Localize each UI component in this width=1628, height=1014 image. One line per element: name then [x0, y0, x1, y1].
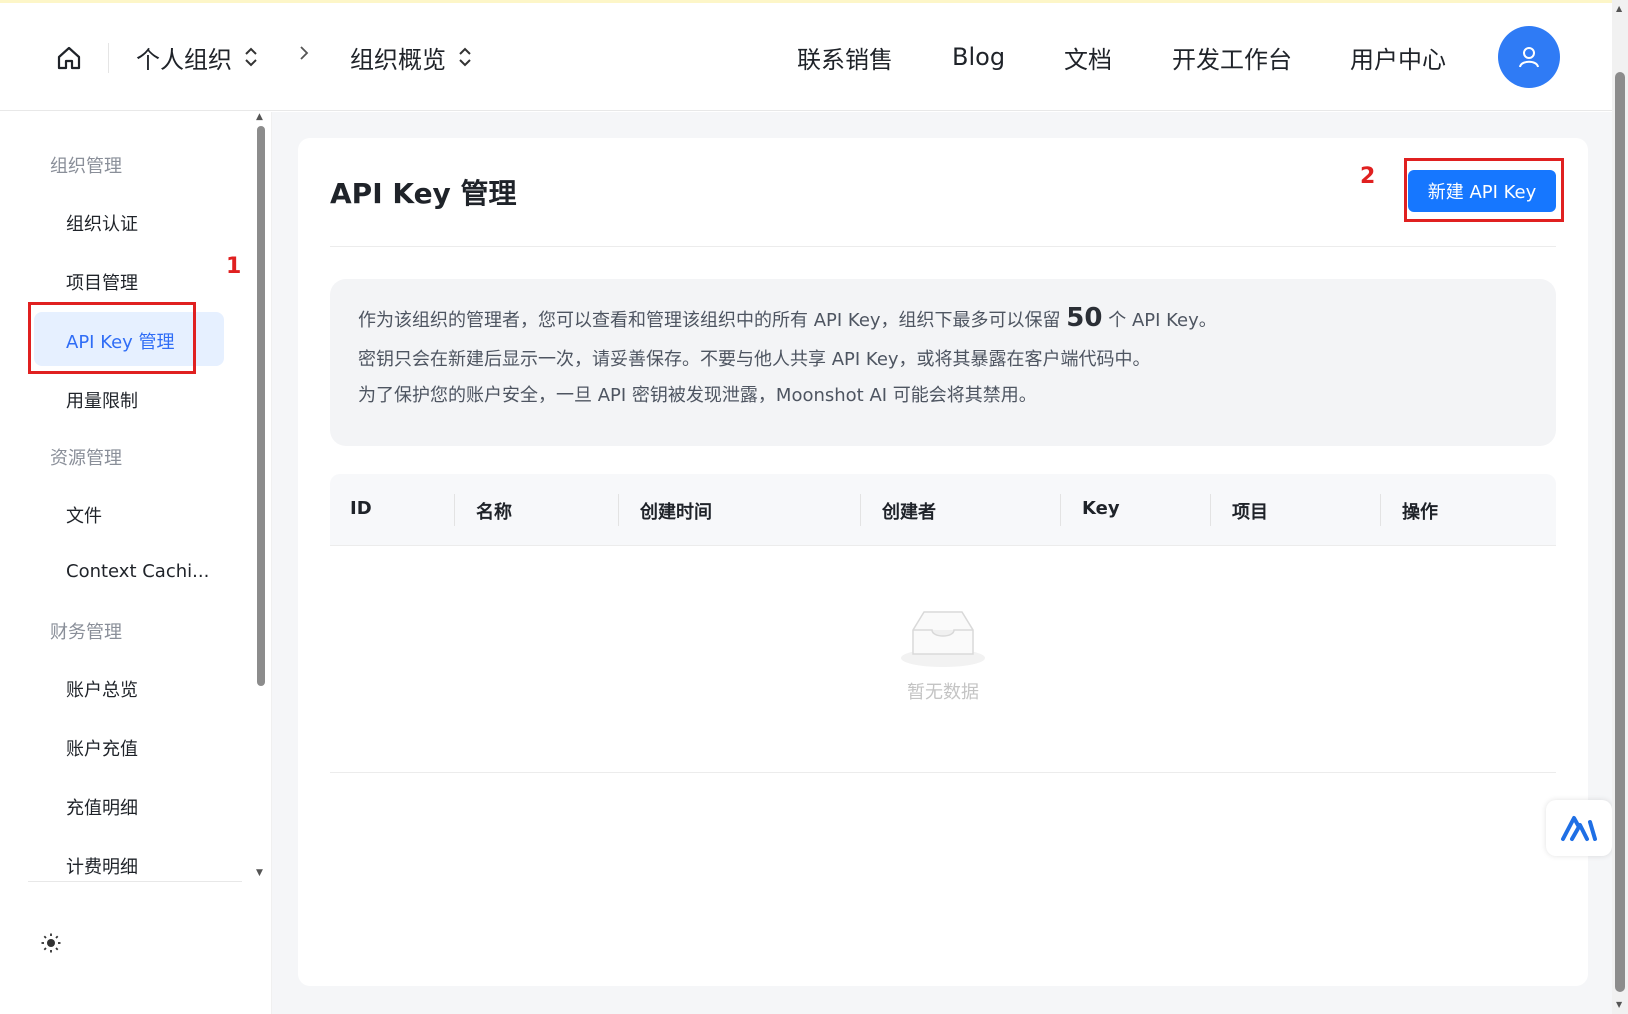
nav-contact-sales[interactable]: 联系销售 — [797, 37, 893, 77]
sidebar-item-projects[interactable]: 项目管理 — [66, 269, 138, 295]
column-project: 项目 — [1232, 502, 1268, 523]
breadcrumb-org-label: 个人组织 — [136, 45, 232, 74]
page-scrollbar[interactable]: ▲ ▼ — [1612, 0, 1628, 1014]
annotation-box-1 — [28, 302, 196, 374]
scroll-down-icon[interactable]: ▼ — [256, 868, 263, 878]
nav-blog[interactable]: Blog — [952, 37, 1005, 77]
breadcrumb-page-selector[interactable]: 组织概览 — [350, 37, 472, 77]
sidebar-item-org-verify[interactable]: 组织认证 — [66, 210, 138, 236]
home-icon[interactable] — [52, 41, 86, 75]
info-line-1: 作为该组织的管理者，您可以查看和管理该组织中的所有 API Key，组织下最多可… — [358, 303, 1217, 333]
column-id: ID — [350, 498, 372, 519]
info-notice: 作为该组织的管理者，您可以查看和管理该组织中的所有 API Key，组织下最多可… — [330, 279, 1556, 446]
column-separator — [860, 494, 861, 526]
sidebar-item-billing-details[interactable]: 计费明细 — [66, 853, 138, 879]
info-line-2: 密钥只会在新建后显示一次，请妥善保存。不要与他人共享 API Key，或将其暴露… — [358, 349, 1151, 370]
column-separator — [454, 494, 455, 526]
page-scroll-thumb[interactable] — [1615, 72, 1625, 992]
info-line-3: 为了保护您的账户安全，一旦 API 密钥被发现泄露，Moonshot AI 可能… — [358, 385, 1037, 406]
column-separator — [1380, 494, 1381, 526]
column-separator — [1210, 494, 1211, 526]
sidebar-item-account-overview[interactable]: 账户总览 — [66, 676, 138, 702]
sidebar-item-files[interactable]: 文件 — [66, 502, 102, 528]
header-divider — [108, 43, 109, 73]
chevron-right-icon — [298, 43, 310, 68]
sidebar-bottom-divider — [28, 881, 242, 882]
info-line-1-suffix: 个 API Key。 — [1108, 310, 1217, 331]
user-icon — [1519, 47, 1539, 68]
top-header: 个人组织 组织概览 联系销售 Blog 文档 开发工作台 用户中心 — [0, 3, 1612, 111]
sidebar-scrollbar[interactable]: ▲ ▼ — [256, 112, 266, 878]
scroll-down-icon[interactable]: ▼ — [1616, 1000, 1622, 1009]
new-api-key-button[interactable]: 新建 API Key — [1408, 170, 1556, 212]
column-actions: 操作 — [1402, 502, 1438, 523]
theme-toggle-sun-icon[interactable] — [40, 932, 62, 954]
breadcrumb-page-label: 组织概览 — [350, 45, 446, 74]
nav-user-center[interactable]: 用户中心 — [1350, 37, 1446, 77]
table-bottom-line — [330, 772, 1556, 773]
sidebar: 组织管理 组织认证 项目管理 API Key 管理 1 用量限制 资源管理 文件… — [0, 112, 272, 1014]
sidebar-item-recharge[interactable]: 账户充值 — [66, 735, 138, 761]
column-creator: 创建者 — [882, 502, 936, 523]
sidebar-scroll-thumb[interactable] — [257, 126, 265, 686]
kimi-logo-icon — [1561, 816, 1597, 841]
nav-docs[interactable]: 文档 — [1064, 37, 1112, 77]
sidebar-group-org: 组织管理 — [50, 156, 122, 177]
column-separator — [618, 494, 619, 526]
nav-dev-workbench[interactable]: 开发工作台 — [1172, 37, 1292, 77]
sidebar-item-recharge-details[interactable]: 充值明细 — [66, 794, 138, 820]
scroll-up-icon[interactable]: ▲ — [1616, 4, 1622, 13]
table-header: ID 名称 创建时间 创建者 Key 项目 操作 — [330, 474, 1556, 546]
empty-state: 暂无数据 — [878, 606, 1008, 703]
sidebar-item-context-caching[interactable]: Context Cachi... — [66, 561, 209, 582]
empty-state-text: 暂无数据 — [907, 682, 979, 703]
column-created-time: 创建时间 — [640, 502, 712, 523]
column-name: 名称 — [476, 502, 512, 523]
column-key: Key — [1082, 498, 1120, 519]
sidebar-group-finance: 财务管理 — [50, 622, 122, 643]
sidebar-group-resources: 资源管理 — [50, 448, 122, 469]
user-avatar[interactable] — [1498, 26, 1560, 88]
column-separator — [1060, 494, 1061, 526]
content-card — [298, 138, 1588, 986]
empty-inbox-icon — [901, 611, 985, 667]
chevron-updown-icon — [244, 46, 258, 68]
breadcrumb-org-selector[interactable]: 个人组织 — [136, 37, 258, 77]
info-line-1-text: 作为该组织的管理者，您可以查看和管理该组织中的所有 API Key，组织下最多可… — [358, 310, 1061, 331]
chevron-updown-icon — [458, 46, 472, 68]
title-divider — [330, 246, 1556, 247]
page-title: API Key 管理 — [330, 177, 517, 210]
max-key-count: 50 — [1066, 303, 1103, 333]
kimi-assistant-button[interactable] — [1546, 800, 1612, 856]
scroll-up-icon[interactable]: ▲ — [256, 112, 263, 122]
annotation-marker-1: 1 — [226, 254, 242, 279]
sidebar-item-usage-limits[interactable]: 用量限制 — [66, 387, 138, 413]
annotation-marker-2: 2 — [1360, 164, 1376, 189]
